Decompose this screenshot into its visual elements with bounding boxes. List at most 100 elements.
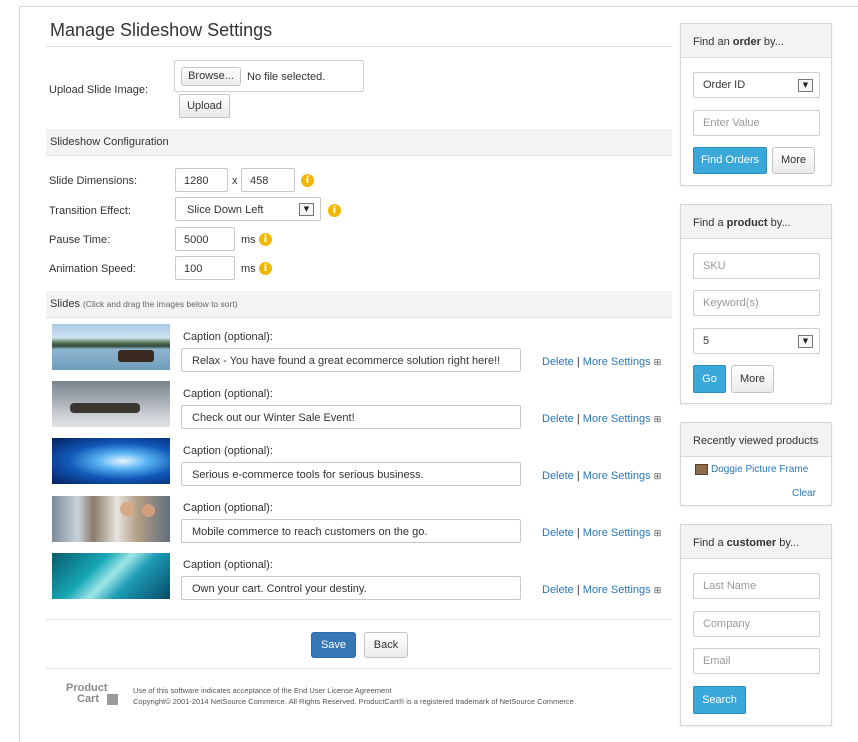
delete-link[interactable]: Delete bbox=[542, 470, 574, 482]
pause-label: Pause Time: bbox=[49, 234, 111, 246]
product-count-value: 5 bbox=[703, 335, 710, 347]
expand-icon[interactable]: ⊞ bbox=[654, 528, 662, 538]
upload-label: Upload Slide Image: bbox=[49, 84, 149, 96]
file-status: No file selected. bbox=[247, 71, 326, 83]
caption-input[interactable]: Mobile commerce to reach customers on th… bbox=[181, 519, 521, 543]
speed-input[interactable]: 100 bbox=[175, 256, 235, 280]
caption-input[interactable]: Check out our Winter Sale Event! bbox=[181, 405, 521, 429]
config-section-header: Slideshow Configuration bbox=[46, 129, 672, 156]
go-button[interactable]: Go bbox=[693, 365, 726, 393]
email-input[interactable]: Email bbox=[693, 648, 820, 674]
cart-icon bbox=[107, 694, 118, 705]
separator: | bbox=[576, 527, 580, 539]
slide-thumbnail[interactable] bbox=[52, 381, 170, 427]
back-button[interactable]: Back bbox=[364, 632, 408, 658]
title-divider bbox=[46, 46, 672, 47]
product-count-select[interactable]: 5 ▼ bbox=[693, 328, 820, 354]
page-title: Manage Slideshow Settings bbox=[50, 20, 273, 40]
heading-text: by... bbox=[760, 36, 784, 48]
slide-actions: Delete | More Settings ⊞ bbox=[542, 356, 661, 368]
order-field-select[interactable]: Order ID ▼ bbox=[693, 72, 820, 98]
delete-link[interactable]: Delete bbox=[542, 527, 574, 539]
separator: | bbox=[576, 470, 580, 482]
transition-label: Transition Effect: bbox=[49, 205, 131, 217]
heading-text: by... bbox=[776, 537, 800, 549]
slide-image-detail bbox=[70, 403, 140, 413]
slide-actions: Delete | More Settings ⊞ bbox=[542, 527, 661, 539]
product-more-button[interactable]: More bbox=[731, 365, 774, 393]
slides-section-hint: (Click and drag the images below to sort… bbox=[83, 299, 238, 309]
more-settings-link[interactable]: More Settings bbox=[583, 413, 651, 425]
find-order-panel: Find an order by... Order ID ▼ Enter Val… bbox=[680, 23, 832, 186]
chevron-down-icon: ▼ bbox=[798, 335, 813, 348]
expand-icon[interactable]: ⊞ bbox=[654, 414, 662, 424]
product-thumb-icon bbox=[695, 464, 708, 475]
slide-image-detail bbox=[120, 502, 134, 516]
find-product-heading: Find a product by... bbox=[681, 205, 831, 239]
company-input[interactable]: Company bbox=[693, 611, 820, 637]
keyword-input[interactable]: Keyword(s) bbox=[693, 290, 820, 316]
file-input[interactable]: Browse... No file selected. bbox=[174, 60, 364, 92]
sku-input[interactable]: SKU bbox=[693, 253, 820, 279]
speed-label: Animation Speed: bbox=[49, 263, 136, 275]
caption-input[interactable]: Serious e-commerce tools for serious bus… bbox=[181, 462, 521, 486]
footer-line1: Use of this software indicates acceptanc… bbox=[133, 686, 392, 695]
slide-thumbnail[interactable] bbox=[52, 553, 170, 599]
customer-search-button[interactable]: Search bbox=[693, 686, 746, 714]
last-name-input[interactable]: Last Name bbox=[693, 573, 820, 599]
page-frame: Manage Slideshow Settings Upload Slide I… bbox=[0, 0, 858, 742]
more-settings-link[interactable]: More Settings bbox=[583, 527, 651, 539]
chevron-down-icon: ▼ bbox=[299, 203, 314, 216]
caption-input[interactable]: Own your cart. Control your destiny. bbox=[181, 576, 521, 600]
slide-thumbnail[interactable] bbox=[52, 324, 170, 370]
more-settings-link[interactable]: More Settings bbox=[583, 584, 651, 596]
recent-product-link[interactable]: Doggie Picture Frame bbox=[711, 464, 808, 475]
caption-label: Caption (optional): bbox=[183, 559, 273, 571]
expand-icon[interactable]: ⊞ bbox=[654, 357, 662, 367]
slide-thumbnail[interactable] bbox=[52, 438, 170, 484]
heading-text: Find a bbox=[693, 217, 727, 229]
more-settings-link[interactable]: More Settings bbox=[583, 356, 651, 368]
delete-link[interactable]: Delete bbox=[542, 584, 574, 596]
find-customer-panel: Find a customer by... Last Name Company … bbox=[680, 524, 832, 726]
upload-button[interactable]: Upload bbox=[179, 94, 230, 118]
clear-recent-link[interactable]: Clear bbox=[792, 488, 816, 499]
divider bbox=[46, 668, 672, 669]
info-icon[interactable]: i bbox=[301, 174, 314, 187]
separator: | bbox=[576, 413, 580, 425]
separator: | bbox=[576, 584, 580, 596]
config-section-title: Slideshow Configuration bbox=[50, 136, 169, 148]
caption-label: Caption (optional): bbox=[183, 502, 273, 514]
heading-bold: order bbox=[732, 36, 761, 48]
info-icon[interactable]: i bbox=[259, 262, 272, 275]
slide-actions: Delete | More Settings ⊞ bbox=[542, 413, 661, 425]
separator: | bbox=[576, 356, 580, 368]
height-input[interactable]: 458 bbox=[241, 168, 295, 192]
info-icon[interactable]: i bbox=[328, 204, 341, 217]
top-border bbox=[19, 6, 858, 7]
pause-input[interactable]: 5000 bbox=[175, 227, 235, 251]
width-input[interactable]: 1280 bbox=[175, 168, 228, 192]
find-order-heading: Find an order by... bbox=[681, 24, 831, 58]
save-button[interactable]: Save bbox=[311, 632, 356, 658]
divider bbox=[46, 619, 672, 620]
expand-icon[interactable]: ⊞ bbox=[654, 471, 662, 481]
dimensions-x: x bbox=[232, 175, 238, 187]
slide-actions: Delete | More Settings ⊞ bbox=[542, 584, 661, 596]
heading-text: Find a bbox=[693, 537, 727, 549]
order-value-input[interactable]: Enter Value bbox=[693, 110, 820, 136]
more-settings-link[interactable]: More Settings bbox=[583, 470, 651, 482]
browse-button[interactable]: Browse... bbox=[181, 67, 241, 86]
order-more-button[interactable]: More bbox=[772, 147, 815, 174]
chevron-down-icon: ▼ bbox=[798, 79, 813, 92]
order-field-value: Order ID bbox=[703, 79, 746, 91]
slide-thumbnail[interactable] bbox=[52, 496, 170, 542]
caption-input[interactable]: Relax - You have found a great ecommerce… bbox=[181, 348, 521, 372]
info-icon[interactable]: i bbox=[259, 233, 272, 246]
delete-link[interactable]: Delete bbox=[542, 356, 574, 368]
dimensions-label: Slide Dimensions: bbox=[49, 175, 138, 187]
expand-icon[interactable]: ⊞ bbox=[654, 585, 662, 595]
delete-link[interactable]: Delete bbox=[542, 413, 574, 425]
find-orders-button[interactable]: Find Orders bbox=[693, 147, 767, 174]
transition-select[interactable]: Slice Down Left ▼ bbox=[175, 197, 321, 221]
